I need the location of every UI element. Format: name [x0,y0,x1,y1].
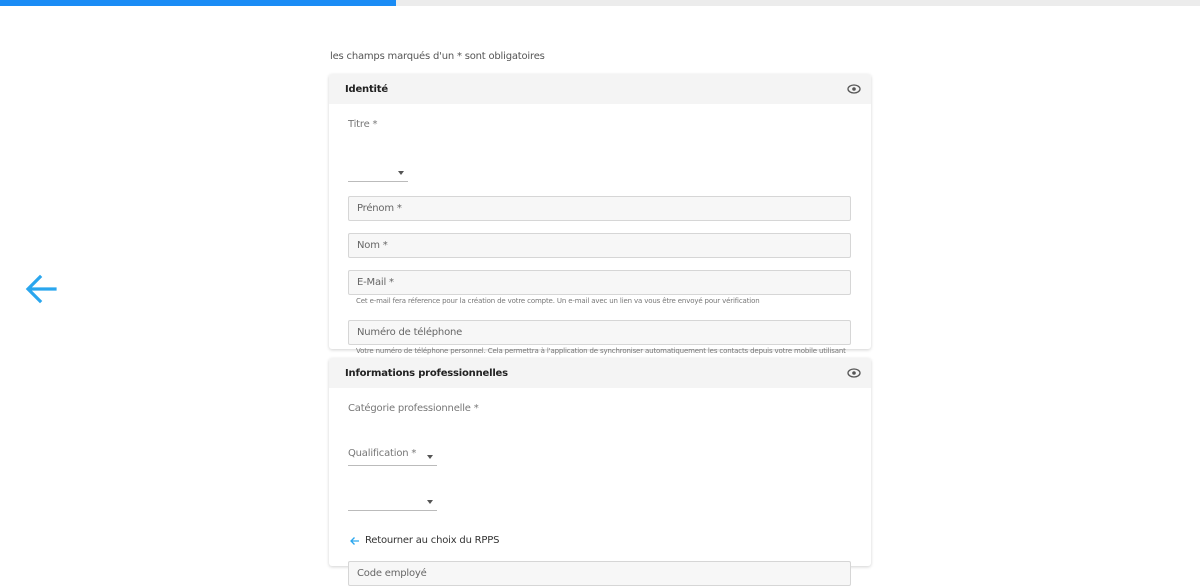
identity-card-title: Identité [345,83,388,95]
arrow-left-icon [25,274,57,304]
rpps-back-link[interactable]: Retourner au choix du RPPS [349,535,499,546]
chevron-down-icon [398,171,404,175]
phone-input[interactable]: Numéro de téléphone [348,320,851,345]
rpps-back-link-label: Retourner au choix du RPPS [365,535,500,546]
required-fields-notice: les champs marqués d'un * sont obligatoi… [330,51,545,62]
category-label: Catégorie professionnelle * [348,403,479,414]
email-input[interactable]: E-Mail * [348,270,851,295]
progress-bar-fill [0,0,396,6]
back-button[interactable] [24,274,58,304]
phone-hint-line1: Votre numéro de téléphone personnel. Cel… [356,347,846,355]
titre-label: Titre * [348,119,378,130]
professional-card: Informations professionnelles Catégorie … [329,358,871,586]
chevron-down-icon [427,500,433,504]
prenom-input[interactable]: Prénom * [348,196,851,221]
arrow-left-icon [350,536,359,545]
qualification-select[interactable] [348,495,437,511]
nom-input[interactable]: Nom * [348,233,851,258]
titre-select[interactable] [348,166,408,182]
email-hint: Cet e-mail fera réference pour la créati… [356,297,760,305]
qualification-label: Qualification * [348,448,417,459]
chevron-down-icon [427,455,433,459]
professional-card-header[interactable]: Informations professionnelles [329,358,871,388]
eye-icon[interactable] [847,84,861,94]
identity-card: Identité Titre * Prénom * Nom * E-Mail *… [329,74,871,367]
progress-bar [0,0,1200,6]
professional-card-title: Informations professionnelles [345,367,508,379]
eye-icon[interactable] [847,368,861,378]
identity-card-header[interactable]: Identité [329,74,871,104]
